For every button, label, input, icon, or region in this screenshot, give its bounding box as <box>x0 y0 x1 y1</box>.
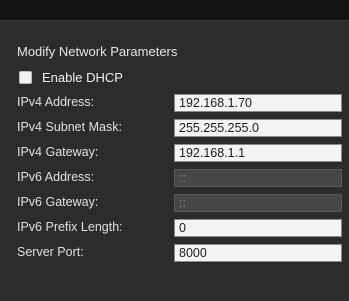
ipv4-gateway-label: IPv4 Gateway: <box>17 145 99 159</box>
network-parameters-panel: Modify Network Parameters Enable DHCP IP… <box>0 20 349 301</box>
enable-dhcp-label: Enable DHCP <box>42 69 123 85</box>
ipv4-gateway-input[interactable] <box>174 144 342 162</box>
enable-dhcp-option[interactable]: Enable DHCP <box>19 68 123 86</box>
panel-title: Modify Network Parameters <box>17 44 178 59</box>
ipv4-subnet-mask-label: IPv4 Subnet Mask: <box>17 120 122 134</box>
server-port-label: Server Port: <box>17 245 84 259</box>
ipv6-prefix-length-input[interactable] <box>174 219 342 237</box>
ipv4-address-label: IPv4 Address: <box>17 95 95 109</box>
ipv6-gateway-label: IPv6 Gateway: <box>17 195 99 209</box>
ipv6-gateway-input[interactable] <box>174 194 342 212</box>
ipv4-address-input[interactable] <box>174 94 342 112</box>
ipv4-subnet-mask-input[interactable] <box>174 119 342 137</box>
server-port-input[interactable] <box>174 244 342 262</box>
ipv6-address-input[interactable] <box>174 169 342 187</box>
ipv6-prefix-length-label: IPv6 Prefix Length: <box>17 220 123 234</box>
enable-dhcp-checkbox[interactable] <box>19 70 32 84</box>
ipv6-address-label: IPv6 Address: <box>17 170 95 184</box>
top-bar <box>0 0 349 20</box>
